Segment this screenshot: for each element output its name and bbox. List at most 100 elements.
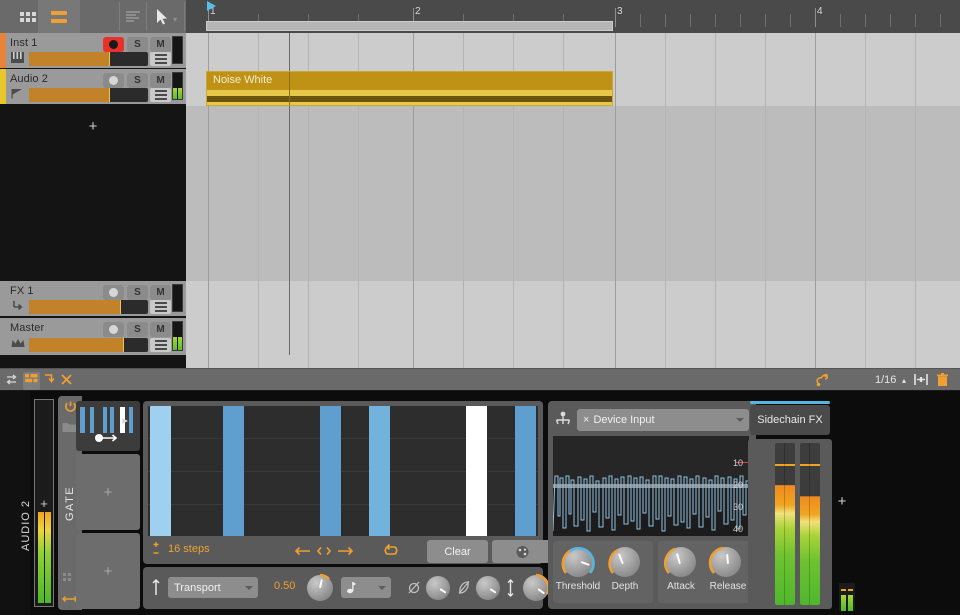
range-knob[interactable] <box>523 573 550 601</box>
add-track-button[interactable]: + <box>0 117 186 135</box>
sidechain-input-icon[interactable] <box>554 410 572 433</box>
record-arm-button[interactable] <box>103 37 124 52</box>
dice-button[interactable] <box>492 540 553 563</box>
follow-playhead-icon[interactable] <box>43 373 56 389</box>
arranger-view-icon[interactable] <box>38 0 80 33</box>
attack-knob[interactable] <box>663 547 696 577</box>
note-length-dropdown[interactable] <box>341 577 391 598</box>
snap-icon[interactable] <box>815 373 830 390</box>
solo-button[interactable]: S <box>127 37 148 52</box>
trash-icon[interactable] <box>936 373 949 390</box>
record-arm-button[interactable] <box>103 322 124 337</box>
device-meter-plus[interactable]: + <box>35 496 53 511</box>
track-color-strip <box>0 33 6 68</box>
step-16[interactable] <box>515 406 536 536</box>
track-menu-button[interactable] <box>150 52 171 66</box>
grid-chevron-icon[interactable]: ▴ <box>902 376 906 385</box>
grid-value-label[interactable]: 1/16 <box>875 374 896 386</box>
volume-fader[interactable] <box>29 338 148 352</box>
loop-region-bar[interactable] <box>206 21 613 31</box>
slot-plus-label: + <box>103 483 113 501</box>
shift-right-icon[interactable] <box>337 544 354 562</box>
sync-icon[interactable] <box>151 578 161 601</box>
add-device-button[interactable]: + <box>835 494 849 509</box>
sidechain-fx-tab[interactable]: Sidechain FX <box>750 405 830 435</box>
step-8[interactable] <box>320 406 341 536</box>
bitwig-window: ▾ Inst 1 S M Audio 2 S M + FX 1 S M Mast… <box>0 0 960 615</box>
volume-fader[interactable] <box>29 300 148 314</box>
ruler-label-3: 3 <box>617 6 623 17</box>
device-modulator-slot-selected[interactable] <box>76 401 140 451</box>
mixer-icon[interactable] <box>23 372 40 390</box>
meter-label-20: 20 <box>733 480 744 490</box>
step-10[interactable] <box>369 406 390 536</box>
track-header-master[interactable]: Master S M <box>0 318 186 355</box>
solo-button[interactable]: S <box>127 285 148 300</box>
mute-button[interactable]: M <box>150 322 171 337</box>
close-icon[interactable] <box>60 373 73 389</box>
release-knob[interactable] <box>708 546 741 577</box>
snap-to-grid-icon[interactable] <box>914 373 928 389</box>
clip-division-line <box>289 72 290 105</box>
rate-knob[interactable] <box>307 573 333 601</box>
device-track-meter[interactable]: + <box>34 399 54 607</box>
shift-left-icon[interactable] <box>294 544 311 562</box>
pointer-tool-icon[interactable]: ▾ <box>147 0 186 33</box>
mute-button[interactable]: M <box>150 285 171 300</box>
mute-label: M <box>156 39 165 50</box>
clip-noise-white[interactable]: Noise White <box>206 71 613 106</box>
list-view-icon[interactable] <box>120 0 146 33</box>
step-14[interactable] <box>466 406 487 536</box>
mute-button[interactable]: M <box>150 37 171 52</box>
playhead-marker[interactable] <box>207 1 216 11</box>
volume-fader[interactable] <box>29 52 148 66</box>
lane-fx-1[interactable] <box>186 281 960 318</box>
cursor-icon <box>156 8 167 24</box>
step-4[interactable] <box>223 406 244 536</box>
toggle-automation-icon[interactable] <box>5 373 18 389</box>
record-arm-button[interactable] <box>103 73 124 88</box>
threshold-knob[interactable] <box>561 547 595 577</box>
randomize-direction-icon[interactable] <box>316 544 332 562</box>
range-icon[interactable] <box>506 579 515 602</box>
solo-button[interactable]: S <box>127 73 148 88</box>
record-arm-button[interactable] <box>103 285 124 300</box>
step-count-label[interactable]: 16 steps <box>168 543 210 555</box>
device-modulator-slot-empty-2[interactable]: + <box>76 533 140 609</box>
solo-button[interactable]: S <box>127 322 148 337</box>
track-header-fx-1[interactable]: FX 1 S M <box>0 281 186 316</box>
arranger-grid[interactable]: Noise White <box>186 33 960 371</box>
track-color-strip <box>0 318 6 355</box>
track-menu-button[interactable] <box>150 338 171 352</box>
loop-icon[interactable] <box>383 543 401 562</box>
phase-knob[interactable] <box>426 576 450 600</box>
shape-knob[interactable] <box>476 576 500 600</box>
device-modulator-slot-empty-1[interactable]: + <box>76 454 140 530</box>
step-count-stepper-icon[interactable] <box>151 541 161 562</box>
rate-value[interactable]: 0.50 <box>274 580 295 592</box>
grid-dots-icon[interactable] <box>63 571 77 589</box>
grid-icon <box>20 11 36 22</box>
phase-icon[interactable] <box>407 580 421 600</box>
track-header-inst-1[interactable]: Inst 1 S M <box>0 33 186 68</box>
clear-button[interactable]: Clear <box>427 540 488 563</box>
lane-inst-1[interactable] <box>186 33 960 69</box>
step-grid[interactable] <box>148 406 538 536</box>
track-menu-button[interactable] <box>150 300 171 314</box>
remove-input-icon[interactable]: × <box>583 414 589 426</box>
volume-fader[interactable] <box>29 88 148 102</box>
timeline-ruler[interactable]: 1 2 3 4 <box>186 0 960 33</box>
shape-icon[interactable] <box>457 580 471 600</box>
step-1[interactable] <box>150 406 171 536</box>
sidechain-input-value: Device Input <box>593 414 655 426</box>
track-menu-button[interactable] <box>150 88 171 102</box>
track-meter <box>172 36 183 64</box>
sidechain-input-dropdown[interactable]: × Device Input <box>577 409 749 431</box>
modulator-drag-handle[interactable] <box>94 430 120 448</box>
lane-master[interactable] <box>186 318 960 371</box>
track-header-audio-2[interactable]: Audio 2 S M <box>0 69 186 104</box>
mode-dropdown[interactable]: Transport <box>168 577 258 598</box>
depth-knob[interactable] <box>608 547 640 577</box>
mute-button[interactable]: M <box>150 73 171 88</box>
device-track-strip: AUDIO 2 <box>0 391 32 615</box>
